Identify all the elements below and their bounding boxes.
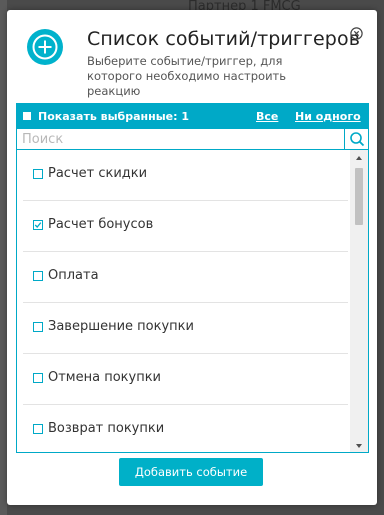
chevron-up-icon (356, 156, 362, 160)
event-trigger-dialog: Список событий/триггеров Выберите событи… (7, 10, 377, 505)
close-button[interactable] (350, 25, 363, 40)
list-item[interactable]: Расчет бонусов (23, 201, 348, 252)
list-item[interactable]: Возврат покупки (23, 405, 348, 452)
item-checkbox[interactable] (33, 271, 43, 281)
item-checkbox[interactable] (33, 424, 43, 434)
close-circle-icon (350, 27, 363, 40)
show-selected-toggle[interactable]: Показать выбранные: 1 (23, 110, 189, 124)
checkmark-icon (34, 222, 42, 228)
dialog-title: Список событий/триггеров (87, 28, 360, 50)
scroll-thumb[interactable] (355, 168, 363, 225)
panel-toolbar: Показать выбранные: 1 Все Ни одного (17, 104, 368, 129)
background-strip (0, 0, 7, 515)
search-button[interactable] (344, 129, 369, 149)
chevron-down-icon (356, 444, 362, 448)
item-label: Отмена покупки (48, 370, 162, 385)
scroll-down-arrow[interactable] (350, 438, 368, 452)
show-selected-label: Показать выбранные: 1 (38, 110, 190, 123)
item-label: Оплата (48, 268, 99, 283)
item-label: Возврат покупки (48, 421, 165, 436)
list-item[interactable]: Оплата (23, 252, 348, 303)
search-input[interactable] (17, 129, 343, 149)
item-checkbox[interactable] (33, 220, 43, 230)
plus-circle-icon (27, 29, 63, 65)
event-list-panel: Показать выбранные: 1 Все Ни одного Расч… (16, 103, 369, 453)
item-label: Расчет бонусов (48, 217, 154, 232)
item-label: Расчет скидки (48, 166, 148, 181)
select-none-link[interactable]: Ни одного (295, 110, 361, 123)
list-scrollbar[interactable] (350, 150, 368, 452)
add-event-button[interactable]: Добавить событие (119, 458, 263, 486)
select-all-link[interactable]: Все (256, 110, 278, 123)
list-item[interactable]: Завершение покупки (23, 303, 348, 354)
item-label: Завершение покупки (48, 319, 194, 334)
event-list: Расчет скидки Расчет бонусов Оплата Заве… (17, 150, 350, 452)
show-selected-checkbox[interactable] (23, 112, 31, 120)
item-checkbox[interactable] (33, 373, 43, 383)
dialog-subtitle: Выберите событие/триггер, для которого н… (87, 54, 287, 98)
list-item[interactable]: Отмена покупки (23, 354, 348, 405)
list-item[interactable]: Расчет скидки (23, 150, 348, 201)
item-checkbox[interactable] (33, 169, 43, 179)
search-row (17, 129, 368, 150)
scroll-up-arrow[interactable] (350, 150, 368, 164)
item-checkbox[interactable] (33, 322, 43, 332)
search-icon (350, 132, 365, 147)
